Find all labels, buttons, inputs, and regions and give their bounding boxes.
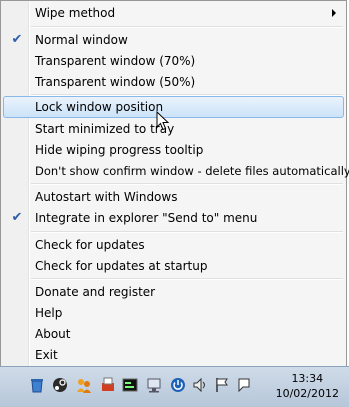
shredder-icon[interactable] <box>100 377 116 393</box>
steam-icon[interactable] <box>52 377 68 393</box>
menu-item-label: Autostart with Windows <box>35 190 178 204</box>
menu-item-label: Start minimized to tray <box>35 122 175 136</box>
menu-separator <box>31 26 343 28</box>
menu-item-wipe-method[interactable]: Wipe method <box>3 3 344 23</box>
clock-time: 13:34 <box>291 372 324 385</box>
submenu-arrow-icon <box>332 9 336 17</box>
mouse-cursor-icon <box>156 111 170 131</box>
menu-item-label: Help <box>35 306 63 320</box>
menu-item-check-updates-startup[interactable]: Check for updates at startup <box>3 256 344 276</box>
menu-item-normal-window[interactable]: ✔ Normal window <box>3 30 344 50</box>
clock-date: 10/02/2012 <box>275 387 339 400</box>
terminal-icon[interactable] <box>122 377 138 393</box>
checkmark-icon: ✔ <box>11 210 23 225</box>
recycle-bin-icon[interactable] <box>29 377 45 393</box>
menu-separator <box>31 231 343 233</box>
menu-item-label: Integrate in explorer "Send to" menu <box>35 211 258 225</box>
menu-item-label: Check for updates <box>35 238 145 252</box>
checkmark-icon: ✔ <box>11 32 23 47</box>
taskbar: 13:34 10/02/2012 <box>0 366 349 407</box>
menu-item-label: Hide wiping progress tooltip <box>35 143 204 157</box>
menu-item-label: Exit <box>35 348 58 362</box>
menu-item-start-minimized[interactable]: Start minimized to tray <box>3 119 344 139</box>
menu-item-label: Check for updates at startup <box>35 259 208 273</box>
flag-icon[interactable] <box>214 377 230 393</box>
menu-item-help[interactable]: Help <box>3 303 344 323</box>
menu-item-label: About <box>35 327 71 341</box>
menu-item-label: Transparent window (70%) <box>35 54 196 68</box>
menu-item-autostart[interactable]: Autostart with Windows <box>3 187 344 207</box>
menu-item-hide-progress-tooltip[interactable]: Hide wiping progress tooltip <box>3 140 344 160</box>
menu-item-label: Transparent window (50%) <box>35 75 196 89</box>
menu-item-integrate-send-to[interactable]: ✔ Integrate in explorer "Send to" menu <box>3 208 344 228</box>
network-device-icon[interactable] <box>146 377 162 393</box>
menu-item-no-confirm-window[interactable]: Don't show confirm window - delete files… <box>3 161 349 181</box>
users-icon[interactable] <box>76 377 92 393</box>
menu-item-label: Lock window position <box>35 100 164 114</box>
menu-item-label: Normal window <box>35 33 128 47</box>
menu-item-transparent-50[interactable]: Transparent window (50%) <box>3 72 344 92</box>
action-center-icon[interactable] <box>236 377 252 393</box>
menu-item-label: Don't show confirm window - delete files… <box>35 164 349 178</box>
context-menu: Wipe method ✔ Normal window Transparent … <box>0 0 349 370</box>
menu-item-label: Donate and register <box>35 285 156 299</box>
volume-icon[interactable] <box>192 377 208 393</box>
menu-separator <box>31 183 343 185</box>
menu-item-lock-window-position[interactable]: Lock window position <box>3 96 344 118</box>
menu-separator <box>31 278 343 280</box>
menu-item-check-updates[interactable]: Check for updates <box>3 235 344 255</box>
power-icon[interactable] <box>170 377 186 393</box>
menu-item-exit[interactable]: Exit <box>3 345 344 365</box>
menu-item-label: Wipe method <box>35 6 116 20</box>
menu-item-about[interactable]: About <box>3 324 344 344</box>
menu-item-donate-register[interactable]: Donate and register <box>3 282 344 302</box>
menu-item-transparent-70[interactable]: Transparent window (70%) <box>3 51 344 71</box>
system-clock[interactable]: 13:34 10/02/2012 <box>276 371 339 401</box>
